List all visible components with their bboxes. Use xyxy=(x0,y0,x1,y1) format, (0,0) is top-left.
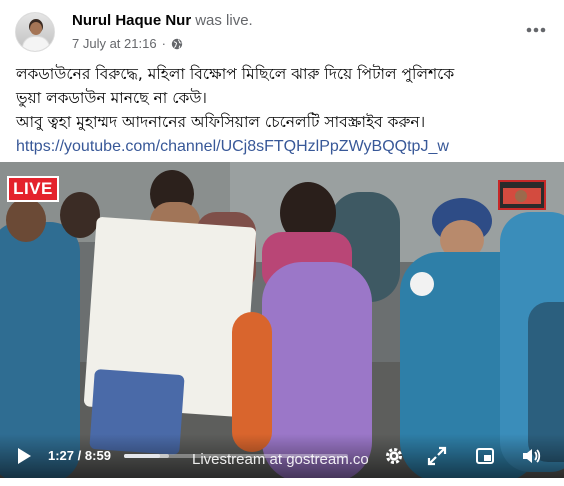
meta-separator: · xyxy=(161,36,166,51)
play-button[interactable] xyxy=(14,446,34,466)
current-time: 1:27 xyxy=(48,448,75,463)
video-player[interactable]: LIVE 1:27 / 8:59 Livestream at gostream.… xyxy=(0,162,564,478)
post-meta: 7 July at 21:16 · xyxy=(72,36,183,51)
picture-in-picture-button[interactable] xyxy=(474,445,496,467)
fullscreen-button[interactable] xyxy=(426,445,448,467)
stream-watermark: Livestream at gostream.co xyxy=(192,451,369,468)
youtube-link[interactable]: https://youtube.com/channel/UCj8sFTQHzlP… xyxy=(16,138,449,155)
settings-button[interactable] xyxy=(383,445,405,467)
facebook-post: Nurul Haque Nur was live. 7 July at 21:16… xyxy=(0,0,564,486)
settings-gear-icon xyxy=(386,448,402,464)
post-timestamp[interactable]: 7 July at 21:16 xyxy=(72,36,157,51)
picture-in-picture-icon xyxy=(476,448,494,464)
author-action: was live. xyxy=(195,12,253,29)
post-text-line-3: আবু ত্বহা মুহাম্মদ আদনানের অফিসিয়াল চেন… xyxy=(16,113,426,131)
post-header: Nurul Haque Nur was live. 7 July at 21:16… xyxy=(0,0,564,60)
volume-icon xyxy=(523,449,541,463)
duration: 8:59 xyxy=(84,448,111,463)
video-frame xyxy=(0,162,564,478)
time-separator: / xyxy=(77,448,82,463)
video-controls: 1:27 / 8:59 Livestream at gostream.co xyxy=(0,434,564,478)
post-text: লকডাউনের বিরুদ্ধে, মহিলা বিক্ষোপ মিছিলে … xyxy=(16,62,556,159)
author-line: Nurul Haque Nur was live. xyxy=(72,12,253,29)
fullscreen-icon xyxy=(427,446,447,466)
author-name[interactable]: Nurul Haque Nur xyxy=(72,12,191,29)
post-text-line-2: ভুয়া লকডাউন মানছে না কেউ। xyxy=(16,89,207,107)
globe-icon[interactable] xyxy=(171,38,183,50)
channel-logo xyxy=(498,180,546,210)
play-icon xyxy=(18,448,31,464)
more-options-button[interactable] xyxy=(522,16,550,44)
more-horizontal-icon xyxy=(526,27,546,33)
author-avatar[interactable] xyxy=(15,12,55,52)
progress-fill xyxy=(124,454,161,458)
post-text-line-1: লকডাউনের বিরুদ্ধে, মহিলা বিক্ষোপ মিছিলে … xyxy=(16,65,455,83)
volume-button[interactable] xyxy=(520,445,542,467)
time-display: 1:27 / 8:59 xyxy=(48,448,111,463)
live-badge: LIVE xyxy=(7,176,59,202)
